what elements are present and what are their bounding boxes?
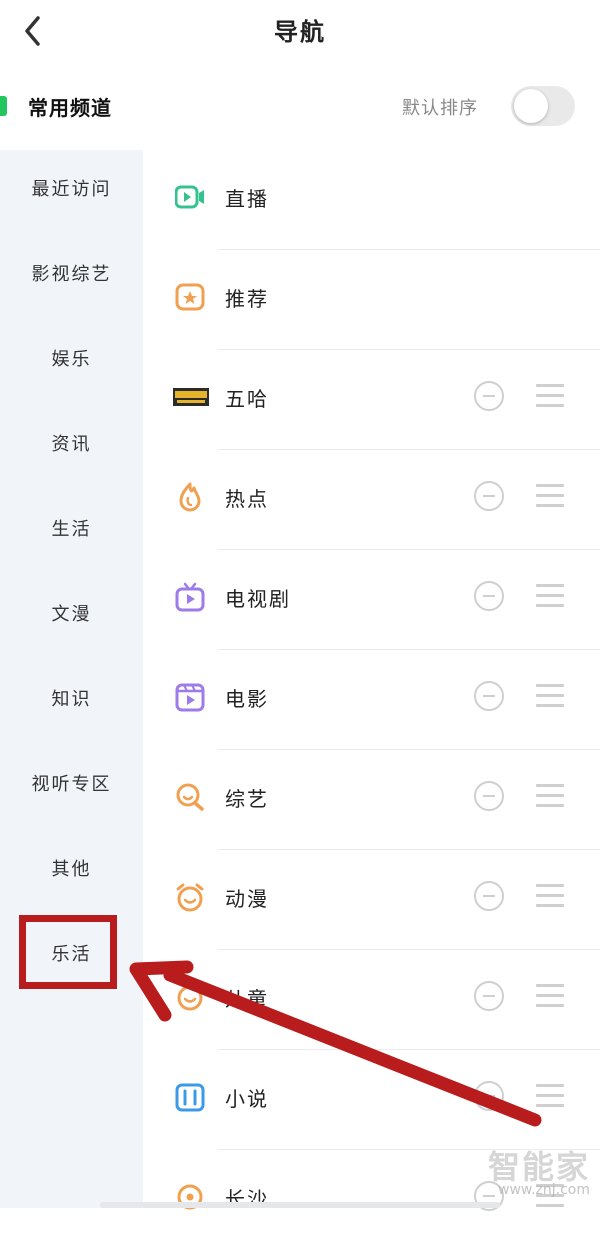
remove-channel-button[interactable] xyxy=(474,981,504,1011)
channel-row-movie[interactable]: 电影 xyxy=(143,650,600,750)
channel-label: 热点 xyxy=(225,487,269,511)
section-header: 常用频道 默认排序 xyxy=(0,76,600,136)
toggle-knob xyxy=(514,89,548,123)
remove-channel-button[interactable] xyxy=(474,881,504,911)
variety-search-icon xyxy=(176,783,204,811)
wuha-badge-icon xyxy=(173,388,209,406)
channel-row-hot[interactable]: 热点 xyxy=(143,450,600,550)
channel-label: 电视剧 xyxy=(225,587,291,611)
sidebar-item-recent[interactable]: 最近访问 xyxy=(0,165,143,215)
sort-label: 默认排序 xyxy=(402,98,478,119)
sidebar-item-audiovisual[interactable]: 视听专区 xyxy=(0,760,143,810)
default-sort-toggle[interactable] xyxy=(511,86,575,126)
drag-handle-icon[interactable] xyxy=(536,784,564,808)
watermark: 智能家 www.znj.com xyxy=(482,1142,600,1208)
channel-list: 直播 推荐 五哈 热点 电视剧 电影 综艺 动漫 儿童 小说 长沙 xyxy=(143,150,600,1211)
channel-row-wuha[interactable]: 五哈 xyxy=(143,350,600,450)
page-title: 导航 xyxy=(274,18,326,46)
channel-label: 推荐 xyxy=(225,287,269,311)
channel-label: 五哈 xyxy=(225,387,269,411)
channel-row-recommend[interactable]: 推荐 xyxy=(143,250,600,350)
drag-handle-icon[interactable] xyxy=(536,384,564,408)
flame-icon xyxy=(179,482,201,512)
sidebar-item-news[interactable]: 资讯 xyxy=(0,420,143,470)
channel-label: 儿童 xyxy=(225,987,269,1011)
annotation-highlight-box xyxy=(19,915,117,989)
channel-row-tv-series[interactable]: 电视剧 xyxy=(143,550,600,650)
remove-channel-button[interactable] xyxy=(474,681,504,711)
kids-icon xyxy=(177,985,203,1011)
drag-handle-icon[interactable] xyxy=(536,984,564,1008)
drag-handle-icon[interactable] xyxy=(536,884,564,908)
drag-handle-icon[interactable] xyxy=(536,484,564,508)
sidebar-item-knowledge[interactable]: 知识 xyxy=(0,675,143,725)
remove-channel-button[interactable] xyxy=(474,581,504,611)
channel-label: 小说 xyxy=(225,1087,269,1111)
film-icon xyxy=(175,683,205,712)
watermark-url: www.znj.com xyxy=(498,1182,590,1198)
category-sidebar: 最近访问 影视综艺 娱乐 资讯 生活 文漫 知识 视听专区 其他 乐活 xyxy=(0,150,143,1208)
sidebar-item-film-variety[interactable]: 影视综艺 xyxy=(0,250,143,300)
channel-row-novel[interactable]: 小说 xyxy=(143,1050,600,1150)
drag-handle-icon[interactable] xyxy=(536,584,564,608)
remove-channel-button[interactable] xyxy=(474,481,504,511)
live-video-icon xyxy=(175,185,204,209)
channel-row-live[interactable]: 直播 xyxy=(143,150,600,250)
sidebar-item-life[interactable]: 生活 xyxy=(0,505,143,555)
channel-label: 综艺 xyxy=(225,787,269,811)
channel-label: 直播 xyxy=(225,187,269,211)
sidebar-item-entertainment[interactable]: 娱乐 xyxy=(0,335,143,385)
drag-handle-icon[interactable] xyxy=(536,1084,564,1108)
remove-channel-button[interactable] xyxy=(474,781,504,811)
sidebar-item-other[interactable]: 其他 xyxy=(0,845,143,895)
remove-channel-button[interactable] xyxy=(474,381,504,411)
drag-handle-icon[interactable] xyxy=(536,684,564,708)
section-accent-bar xyxy=(0,96,7,116)
recommend-star-icon xyxy=(175,283,205,311)
channel-row-variety[interactable]: 综艺 xyxy=(143,750,600,850)
anime-alarm-icon xyxy=(176,883,204,912)
channel-row-anime[interactable]: 动漫 xyxy=(143,850,600,950)
channel-row-kids[interactable]: 儿童 xyxy=(143,950,600,1050)
tv-icon xyxy=(175,582,205,612)
home-indicator[interactable] xyxy=(100,1202,500,1208)
section-title: 常用频道 xyxy=(28,96,112,120)
book-icon xyxy=(175,1083,205,1112)
channel-label: 电影 xyxy=(225,687,269,711)
channel-label: 动漫 xyxy=(225,887,269,911)
sidebar-item-culture-comics[interactable]: 文漫 xyxy=(0,590,143,640)
remove-channel-button[interactable] xyxy=(474,1081,504,1111)
top-bar: 导航 xyxy=(0,0,600,62)
